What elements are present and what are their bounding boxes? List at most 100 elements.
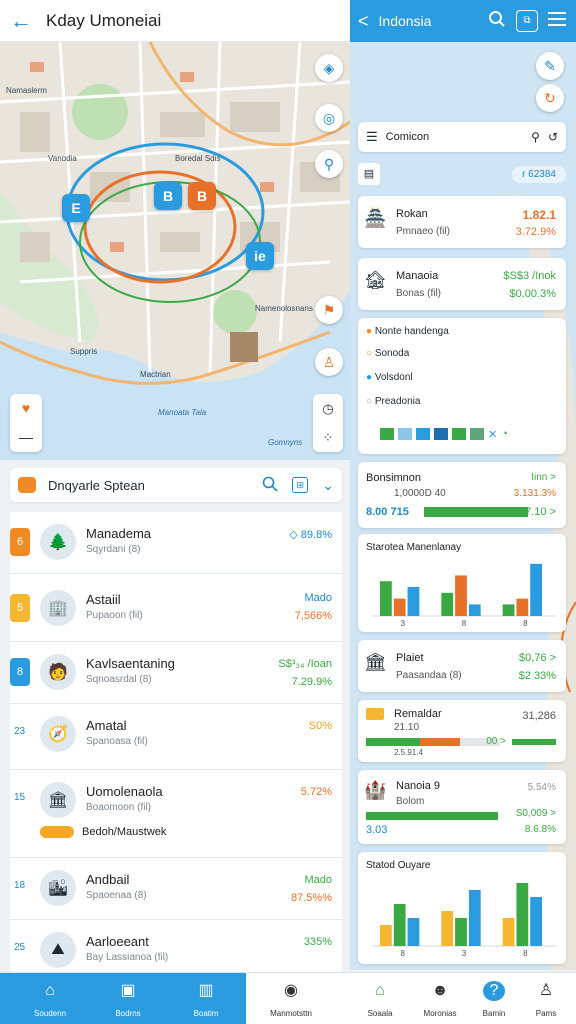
refresh-button[interactable]: ↻ [536,84,564,112]
chart-bar [393,904,406,946]
legend-label: Volsdonl [374,372,413,383]
search-icon[interactable] [262,476,278,495]
map-tools[interactable]: ◷ ⁘ [313,394,343,452]
nav-item-home-2[interactable]: ⌂ Soaala [350,973,410,1024]
chart-bar [530,897,542,946]
percent-chip[interactable]: r 62384 [512,165,566,183]
tree-icon: 🌲 [40,524,76,560]
card-left-value: 3.03 [366,824,388,836]
progress-card[interactable]: Remaldar 21.10 31,286 2.5.91.4 00 > [358,700,566,762]
metric-right-mid: 3.131.3% [513,488,556,499]
back-arrow-icon[interactable]: ← [10,8,38,34]
tick-label: 3 [462,949,467,958]
place-card[interactable]: 🏯 Rokan Pmnaeo (fil) 1.82.1 3.72.9% [358,196,566,248]
card-value-secondary: 00 > [486,736,506,747]
legend-item[interactable]: ● Volsdonl [366,372,413,383]
tick-label: 8 [523,949,528,958]
person-icon: ☻ [431,982,449,999]
pin-icon[interactable]: ⚑ [315,296,343,324]
list-item[interactable]: 6 🌲 Manadema Sqyrdani (8) ◇ 89.8% [10,512,342,574]
map-recenter-control[interactable]: ♥ — [10,394,42,452]
walk-icon[interactable]: ♙ [315,348,343,376]
city-map[interactable]: Namaslerm Boredal Sdis Vanodia Namenolos… [0,42,350,460]
item-name: Kavlsaentaning [86,656,175,671]
card-value-secondary: 3.72.9% [515,226,556,238]
card-value: 31,286 [522,710,556,722]
legend-item[interactable]: ○ Preadonia [366,396,420,407]
progress-card[interactable]: 🏰 Nanoia 9 Bolom 5.54% S0,009 > 3.03 8.6… [358,770,566,844]
place-card[interactable]: 🏚 Manaoia Bonas (fil) $S$3 /Inok $0.00.3… [358,258,566,310]
list-item[interactable]: 23 🧭 Amatal Spanoasa (fil) S0% [10,704,342,770]
item-name: Uomolenaola [86,784,163,799]
refresh-icon[interactable]: ↺ [548,130,558,144]
list-item[interactable]: 5 🏢 Astaiil Pupaoon (fil) Mado 7,566% [10,574,342,642]
nav-item-explore[interactable]: ◉ Manmotsttn [258,973,324,1024]
card-sub: Bonas (fil) [396,288,442,299]
location-pin-button[interactable]: ⚲ [315,150,343,178]
chat-icon [18,477,36,493]
map-layer-button[interactable]: ◈ [315,54,343,82]
legend-item[interactable]: ○ Sonoda [366,348,409,359]
list-item[interactable]: 15 🏛 Uomolenaola Boaomoon (fil) 5.72% Be… [10,770,342,858]
nav-item-people[interactable]: ☻ Moronias [410,973,470,1024]
card-value-secondary: S0,009 > [515,808,556,819]
minus-icon[interactable]: — [10,423,42,452]
mountain-icon: ⛰ [40,932,76,968]
bar-chart: 3 8 8 [372,563,556,628]
item-sub: Sqnoasrdal (8) [86,674,152,685]
nav-item-book[interactable]: ▥ Boatim [176,973,236,1024]
chart-card: Statod Ouyare 838 [358,852,566,964]
fullscreen-icon[interactable]: ⁘ [313,423,343,452]
edit-pin-button[interactable]: ✎ [536,52,564,80]
collapse-icon[interactable]: ⌄ [322,477,334,494]
search-icon[interactable] [486,10,508,32]
nav-item-help[interactable]: ? Bamin [464,973,524,1024]
route-marker[interactable]: E [62,194,90,222]
layer-icon[interactable]: ▤ [358,163,380,185]
book-icon: ▥ [198,982,214,999]
city-icon: 🏙 [40,870,76,906]
list-item[interactable]: 18 🏙 Andbail Spaoenaa (8) Mado 87.5%% [10,858,342,920]
shuffle-icon[interactable]: ✕ [488,428,497,441]
marker-icon[interactable]: ♥ [10,394,42,423]
right-search-bar[interactable]: ☰ Comicon ⚲ ↺ [358,122,566,152]
rank-number: 23 [14,726,26,737]
progress-bar [366,812,498,820]
chart-bar [468,890,481,946]
filter-icon[interactable]: ⊞ [292,477,309,493]
cycle-icon[interactable]: ◔ [501,428,508,441]
search-icon[interactable]: ⚲ [531,130,540,144]
card-sub: Bolom [396,796,425,807]
nav-item-profile[interactable]: ♙ Pams [516,973,576,1024]
nav-label: Bodrns [115,1009,141,1018]
progress-fill [419,738,460,746]
right-header-title: Indonsia [378,13,432,29]
card-value: 1.82.1 [522,208,556,222]
card-sub: Pmnaeo (fil) [396,226,450,237]
compass-icon[interactable]: ◷ [313,394,343,423]
place-card[interactable]: 🏛 Plaiet Paasandaa (8) $0,76 > $2 33% [358,640,566,692]
route-marker[interactable]: B [154,182,182,210]
card-title: Remaldar [394,708,442,720]
metric-progress [424,507,528,517]
item-name: Manadema [86,526,152,541]
nav-label: Pams [535,1009,557,1018]
compass-map-button[interactable]: ◎ [315,104,343,132]
nav-item-gallery[interactable]: ▣ Bodrns [98,973,158,1024]
systems-bar: Dnqyarle Sptean ⊞ ⌄ [10,468,342,502]
chart-bar [407,587,420,616]
legend-item[interactable]: ● Nonte handenga [366,326,449,337]
chart-bar [380,581,392,616]
metric-card[interactable]: Bonsimnon 1,0000D 40 Iinn > 3.131.3% 8.0… [358,462,566,528]
map-label: Suppris [70,347,98,356]
back-chevron-icon[interactable]: < [358,11,369,32]
list-item[interactable]: 8 🧑 Kavlsaentaning Sqnoasrdal (8) S$³₃₄ … [10,642,342,704]
nav-item-home[interactable]: ⌂ Soudenn [20,973,80,1024]
route-marker[interactable]: B [188,182,216,210]
legend-card: ● Nonte handenga ○ Sonoda ● Volsdonl ○ P… [358,318,566,454]
menu-icon[interactable] [546,10,568,32]
status-pill [40,826,74,838]
share-icon[interactable]: ⧉ [516,10,538,32]
route-marker[interactable]: ie [246,242,274,270]
card-sub: Paasandaa (8) [396,670,462,681]
